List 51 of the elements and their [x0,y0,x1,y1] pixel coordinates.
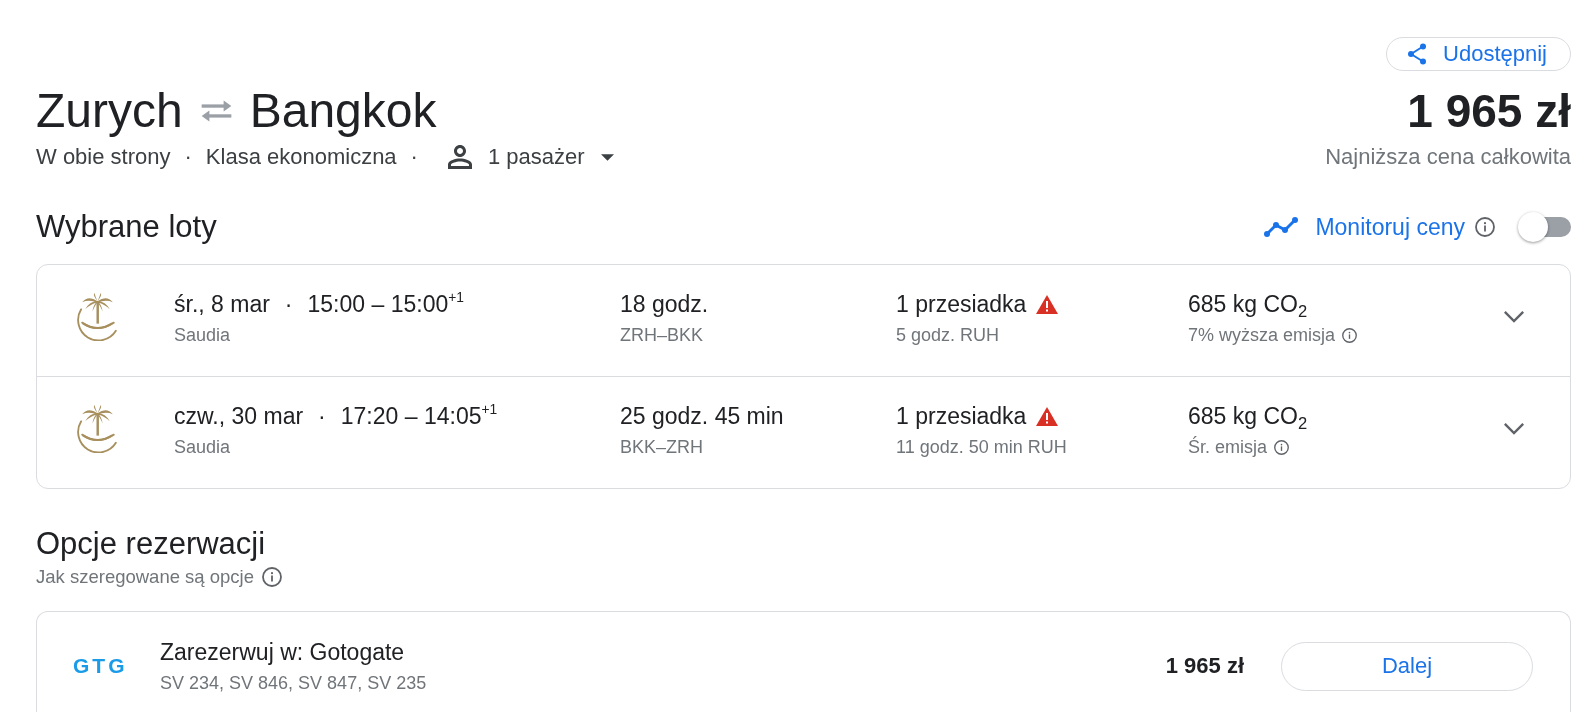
emissions-note: Śr. emisja [1188,435,1268,459]
trend-line-icon [1264,217,1299,237]
info-icon[interactable] [1475,217,1495,237]
separator-dot: · [284,290,293,319]
section-title: Wybrane loty [36,209,217,245]
info-icon[interactable] [262,567,283,587]
flight-route: ZRH–BKK [620,324,704,347]
caret-icon [600,153,614,161]
separator-dot: · [318,402,326,431]
flight-date: czw., 30 mar [174,402,304,431]
info-icon[interactable] [1274,439,1290,455]
price-tracking-label[interactable]: Monitoruj ceny [1315,213,1465,241]
separator-dot: · [409,143,419,171]
continue-button[interactable]: Dalej [1281,641,1533,691]
chevron-down-icon[interactable] [1503,421,1525,435]
flight-times: 15:00 – 15:00$^{+1}$ [307,289,464,319]
emissions-amount: 685 kg CO$_{2}$ [1188,290,1308,319]
emissions-amount: 685 kg CO$_{2}$ [1188,402,1308,431]
trip-option: Klasa ekonomiczna [205,143,397,171]
flight-duration: 18 godz. [620,290,709,319]
total-price: 1 965 zł [1407,84,1571,139]
destination-city: Bangkok [249,83,437,139]
provider-logo: GTG [73,654,128,678]
stops-count: 1 przesiadka [896,290,1027,319]
swap-arrows-icon [200,100,232,122]
booking-price: 1 965 zł [1165,653,1244,679]
sorting-info-text: Jak szeregowane są opcje [36,565,255,589]
share-button[interactable]: Udostępnij [1386,37,1571,71]
provider-name: Zarezerwuj w: Gotogate [160,638,405,667]
airline-name: Saudia [174,436,231,459]
chevron-down-icon[interactable] [1503,309,1525,323]
flight-duration: 25 godz. 45 min [620,402,784,431]
flight-route: BKK–ZRH [620,436,704,459]
layover-info: 11 godz. 50 min RUH [896,436,1067,459]
flight-numbers: SV 234, SV 846, SV 847, SV 235 [160,672,427,695]
trip-option: W obie strony [36,143,171,171]
airline-name: Saudia [174,324,231,347]
separator-dot: · [183,143,193,171]
info-icon[interactable] [1342,327,1358,343]
section-title: Opcje rezerwacji [36,526,267,562]
flight-date: śr., 8 mar [174,290,270,319]
stops-count: 1 przesiadka [896,402,1027,431]
layover-info: 5 godz. RUH [896,324,1000,347]
passengers-dropdown[interactable]: 1 pasażer [447,143,614,171]
origin-city: Zurych [36,83,183,139]
toggle-switch[interactable] [1518,212,1571,242]
flight-times: 17:20 – 14:05$^{+1}$ [340,401,498,431]
emissions-note: 7% wyższa emisja [1188,324,1336,347]
price-caption: Najniższa cena całkowita [1325,143,1571,171]
person-icon [447,145,472,169]
share-icon [1407,43,1428,65]
